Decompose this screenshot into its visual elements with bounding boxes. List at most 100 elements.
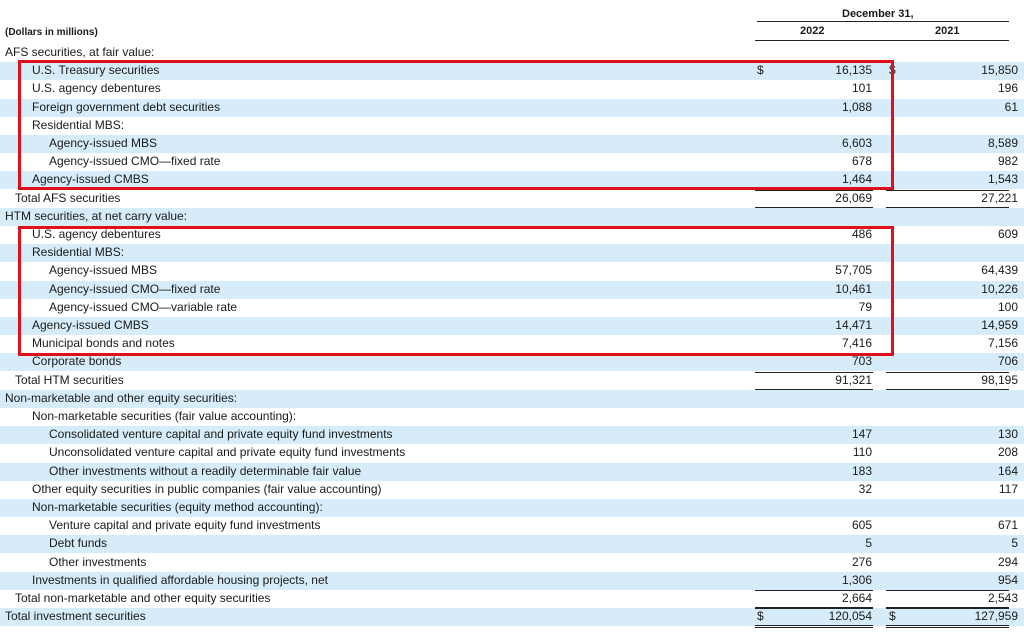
table-row: AFS securities, at fair value: [0,44,1024,62]
row-label: Investments in qualified affordable hous… [32,572,328,587]
value-2022: 101 [851,81,872,96]
row-label: Residential MBS: [32,245,125,260]
subtotal-rule-2021 [886,189,1009,191]
table-row: Investments in qualified affordable hous… [0,571,1024,590]
value-2022: 183 [851,463,872,478]
grand-total-double-rule-2021 [886,627,1009,629]
period-label: December 31, [842,8,914,20]
table-row: Debt funds 5 5 [0,535,1024,554]
table-row: Non-marketable securities (fair value ac… [0,408,1024,426]
value-2021: 208 [997,445,1018,460]
header-rule [755,40,1009,41]
value-2021: 130 [997,427,1018,442]
row-label: U.S. agency debentures [32,227,161,241]
value-2022: 5 [865,536,872,551]
value-2022: 120,054 [828,609,872,624]
table-row: Agency-issued MBS 6,603 8,589 [0,135,1024,153]
row-label: Other equity securities in public compan… [32,481,382,496]
value-2022: 1,088 [841,99,872,114]
value-2022: 678 [851,154,872,169]
subtotal-rule-2021 [886,590,1009,591]
row-label: Agency-issued MBS [49,263,158,278]
row-label: Other investments without a readily dete… [49,463,362,478]
dollar-sign-2021: $ [889,609,896,624]
value-2022: 10,461 [835,281,872,296]
value-2022: 276 [851,554,872,569]
value-2021: 8,589 [987,136,1018,150]
table-row: Consolidated venture capital and private… [0,426,1024,445]
value-2021: 15,850 [981,63,1018,78]
value-2021: 671 [997,518,1018,533]
value-2022: 32 [858,481,872,496]
units-label: (Dollars in millions) [5,27,98,38]
value-2021: 5 [1011,536,1018,551]
value-2022: 1,306 [841,572,872,587]
row-label: AFS securities, at fair value: [5,45,155,59]
row-label: Debt funds [49,536,108,551]
row-label: Non-marketable securities (equity method… [32,500,323,514]
value-2021: 7,156 [987,336,1018,351]
value-2021: 294 [997,554,1018,569]
row-label: Consolidated venture capital and private… [49,427,393,442]
value-2021: 2,543 [987,591,1018,605]
table-row: Agency-issued CMO—fixed rate 678 982 [0,153,1024,171]
grand-total-double-rule-2022 [755,627,873,629]
value-2021: 196 [997,81,1018,96]
value-2022: 16,135 [835,63,872,78]
subtotal-rule-2022 [755,371,873,373]
value-2022: 1,464 [841,172,872,187]
value-2022: 703 [851,354,872,369]
subtotal-rule-2021 [886,608,1009,610]
table-row: Foreign government debt securities 1,088 6… [0,98,1024,117]
table-row: Total investment securities $ $120,054 127,… [0,608,1024,627]
table-row: Agency-issued CMO—variable rate 79 100 [0,299,1024,317]
row-label: U.S. agency debentures [32,81,161,96]
value-2021: 14,959 [981,318,1018,332]
table-row: Residential MBS: [0,244,1024,263]
table-row: Other investments 276 294 [0,554,1024,572]
value-2021: 10,226 [981,281,1018,296]
table-row: Agency-issued CMBS 1,464 1,543 [0,171,1024,190]
table-row: Venture capital and private equity fund … [0,517,1024,535]
value-2022: 110 [852,445,872,460]
value-2021: 609 [997,227,1018,241]
row-label: U.S. Treasury securities [32,63,160,78]
table-row: Residential MBS: [0,117,1024,135]
dollar-sign-2022: $ [757,609,764,624]
value-2021: 1,543 [987,172,1018,187]
row-label: Agency-issued CMBS [32,318,149,332]
table-row: Total HTM securities 91,321 98,195 [0,372,1024,390]
value-2022: 2,664 [841,591,872,605]
value-2022: 14,471 [835,318,872,332]
value-2021: 117 [998,481,1018,496]
value-2021: 61 [1004,99,1018,114]
value-2022: 26,069 [835,190,872,205]
value-2022: 7,416 [841,336,872,351]
row-label: Other investments [49,554,147,569]
grand-total-double-rule-2021 [886,625,1009,627]
table-row: Non-marketable securities (equity method… [0,499,1024,517]
row-label: HTM securities, at net carry value: [5,208,188,223]
value-2021: 27,221 [981,190,1018,205]
value-2022: 91,321 [835,372,872,387]
value-2021: 954 [997,572,1018,587]
grand-total-double-rule-2022 [755,625,873,627]
subtotal-rule-2022 [755,189,873,191]
value-2021: 127,959 [974,609,1018,624]
row-label: Total AFS securities [15,190,121,205]
table-row: U.S. agency debentures 101 196 [0,80,1024,98]
table-row: U.S. Treasury securities $ $16,135 15,850 [0,62,1024,81]
row-label: Total non-marketable and other equity se… [15,591,271,605]
value-2021: 100 [997,299,1018,314]
value-2021: 706 [997,354,1018,369]
value-2022: 6,603 [841,136,872,150]
investment-securities-table: (Dollars in millions) December 31, 2022 … [0,0,1024,641]
dollar-sign-2021: $ [889,63,896,78]
row-label: Non-marketable securities (fair value ac… [32,409,297,423]
value-2021: 98,195 [981,372,1018,387]
table-row: Other equity securities in public compan… [0,481,1024,499]
table-row: Agency-issued CMO—fixed rate 10,461 10,226 [0,280,1024,299]
row-label: Agency-issued CMO—fixed rate [49,154,221,169]
table-row: HTM securities, at net carry value: [0,207,1024,226]
value-2022: 147 [851,427,872,442]
